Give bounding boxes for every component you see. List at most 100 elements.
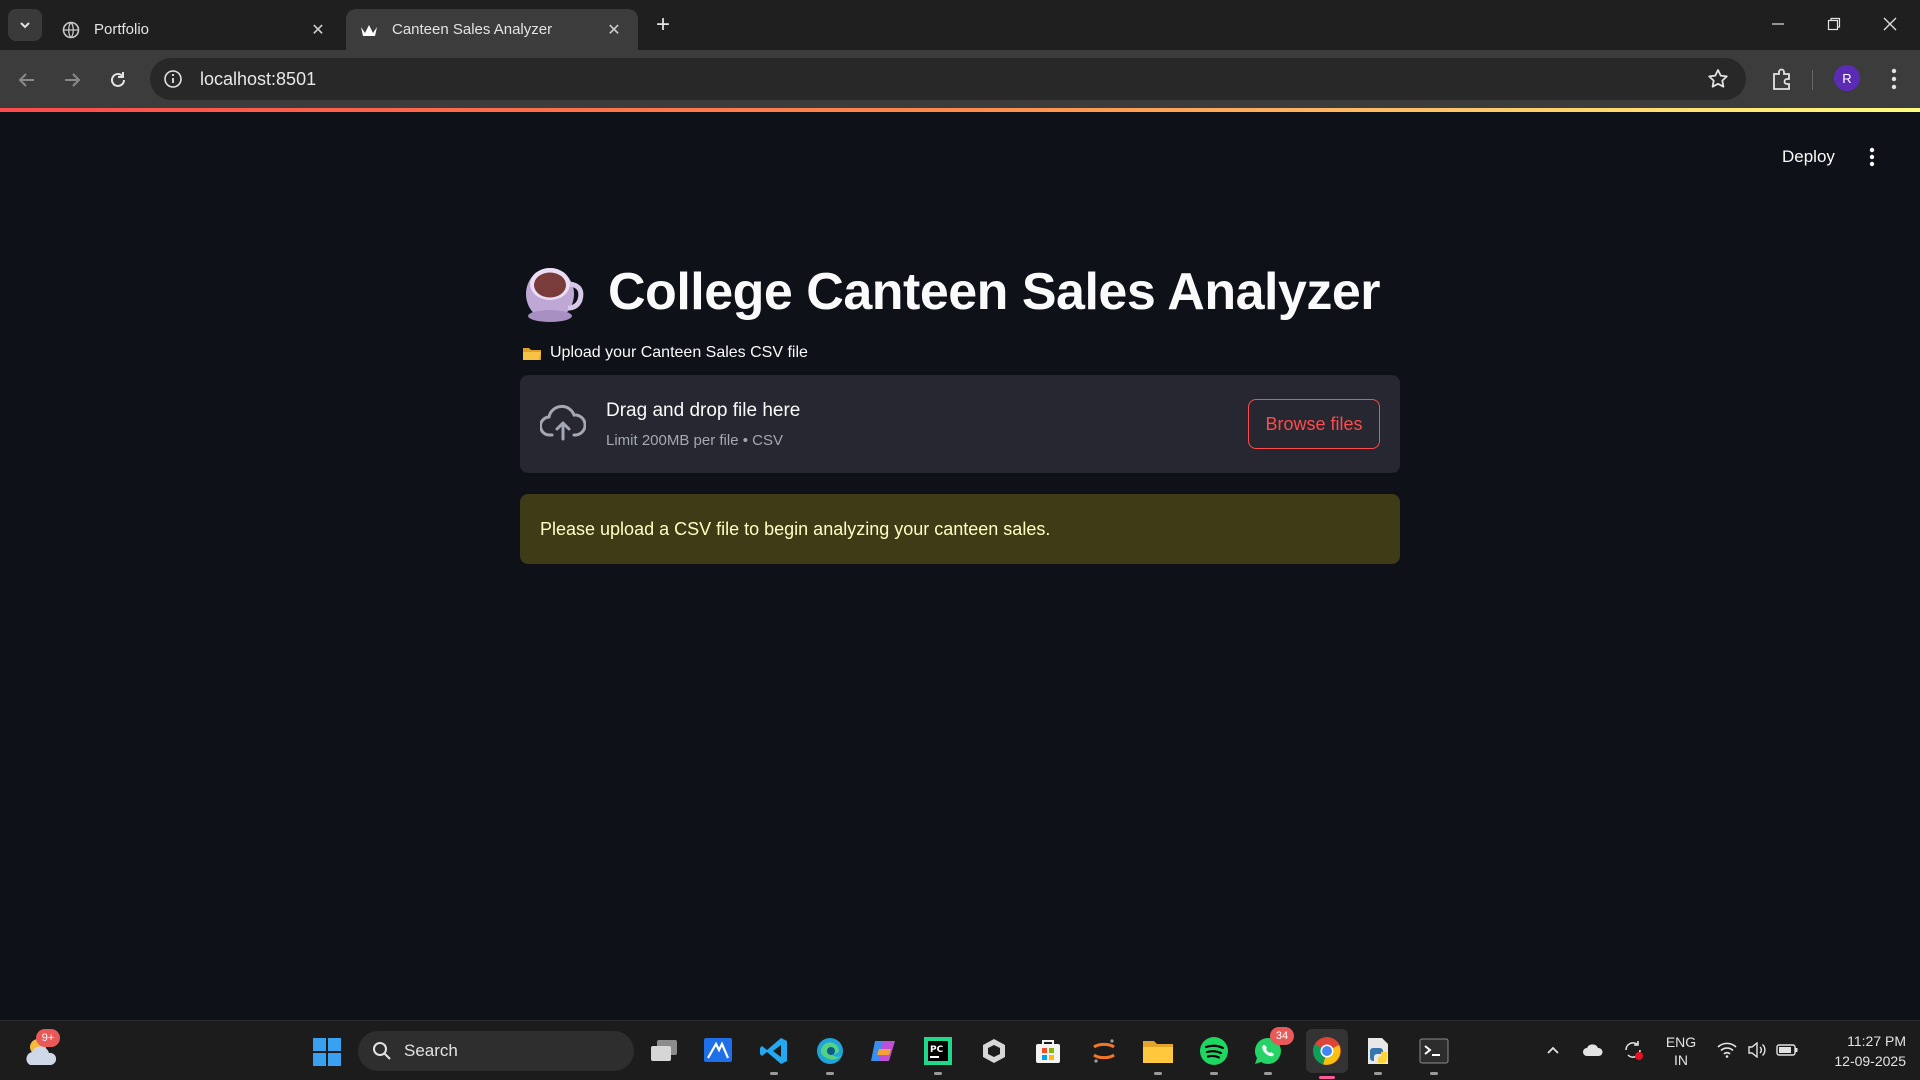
teacup-icon xyxy=(526,268,584,322)
file-dropzone[interactable]: Drag and drop file here Limit 200MB per … xyxy=(520,375,1400,473)
arrow-right-icon xyxy=(65,73,81,87)
back-button[interactable] xyxy=(11,64,43,96)
search-icon xyxy=(373,1042,391,1060)
taskbar-app-store[interactable] xyxy=(1030,1033,1066,1069)
app-main-menu-button[interactable] xyxy=(1858,142,1886,172)
forward-button[interactable] xyxy=(56,64,88,96)
tab-title: Canteen Sales Analyzer xyxy=(392,21,553,38)
app-monitor-icon xyxy=(704,1038,732,1062)
close-icon xyxy=(1883,17,1897,31)
volume-button[interactable] xyxy=(1746,1039,1768,1061)
minimize-icon xyxy=(1772,23,1784,25)
unity-icon xyxy=(983,1039,1005,1063)
taskbar-app-edge[interactable] xyxy=(812,1033,848,1075)
taskbar-app-jupyter[interactable] xyxy=(1086,1033,1122,1069)
browser-menu-button[interactable] xyxy=(1880,65,1908,93)
taskbar-app-spotify[interactable] xyxy=(1196,1033,1232,1075)
taskbar-app-vscode[interactable] xyxy=(756,1033,792,1075)
taskbar-app-terminal[interactable] xyxy=(1416,1033,1452,1075)
extensions-puzzle-icon[interactable] xyxy=(1768,65,1796,93)
file-uploader-label: Upload your Canteen Sales CSV file xyxy=(522,344,808,362)
folder-icon xyxy=(1143,1041,1173,1063)
running-indicator xyxy=(770,1072,778,1075)
windows-start-icon[interactable] xyxy=(312,1037,342,1067)
store-icon xyxy=(1036,1040,1060,1063)
battery-button[interactable] xyxy=(1776,1039,1798,1061)
task-view-icon xyxy=(651,1040,677,1061)
site-info-icon[interactable] xyxy=(162,68,184,90)
edge-icon xyxy=(817,1038,843,1064)
taskbar-app-pycharm[interactable]: PC xyxy=(920,1033,956,1075)
tab-canteen-sales-analyzer[interactable]: Canteen Sales Analyzer ✕ xyxy=(346,9,638,50)
taskbar-app-whatsapp[interactable]: 34 xyxy=(1250,1027,1294,1075)
onedrive-button[interactable] xyxy=(1582,1039,1604,1061)
clock-time: 11:27 PM xyxy=(1847,1033,1906,1049)
new-tab-button[interactable]: + xyxy=(650,11,676,38)
browser-toolbar: localhost:8501 R xyxy=(0,50,1920,110)
tab-portfolio[interactable]: Portfolio ✕ xyxy=(48,9,342,50)
cloud-upload-icon xyxy=(540,404,586,441)
reload-icon xyxy=(111,72,125,87)
toolbar-separator xyxy=(1812,70,1813,90)
wifi-icon xyxy=(1717,1042,1737,1058)
cloud-icon xyxy=(1583,1044,1603,1056)
taskbar-search-placeholder: Search xyxy=(404,1041,458,1060)
tab-search-button[interactable] xyxy=(8,9,42,41)
taskbar-app-file-explorer[interactable] xyxy=(1140,1033,1176,1075)
taskbar-app-chrome[interactable] xyxy=(1306,1029,1348,1079)
browser-tabstrip: Portfolio ✕ Canteen Sales Analyzer ✕ + xyxy=(0,0,1920,50)
deploy-button[interactable]: Deploy xyxy=(1770,140,1847,174)
close-window-button[interactable] xyxy=(1870,10,1910,38)
weather-notification-badge: 9+ xyxy=(36,1029,60,1047)
running-indicator xyxy=(934,1072,942,1075)
tab-close-icon[interactable]: ✕ xyxy=(308,20,328,40)
url-text[interactable]: localhost:8501 xyxy=(200,69,316,90)
windows-taskbar: 9+ Search PC 34 ENG IN 11:27 PM 12-09-20… xyxy=(0,1020,1920,1080)
svg-text:PC: PC xyxy=(930,1045,944,1055)
taskbar-app-copilot[interactable] xyxy=(866,1033,902,1069)
taskbar-search-box[interactable]: Search xyxy=(358,1031,634,1071)
taskbar-clock[interactable]: 11:27 PM 12-09-2025 xyxy=(1812,1031,1906,1071)
network-button[interactable] xyxy=(1716,1039,1738,1061)
globe-icon xyxy=(62,21,80,39)
tab-title: Portfolio xyxy=(94,21,150,38)
restore-button[interactable] xyxy=(1814,10,1854,38)
terminal-icon xyxy=(1419,1038,1449,1064)
running-indicator xyxy=(826,1072,834,1075)
more-vertical-icon xyxy=(1891,68,1897,90)
tab-close-icon[interactable]: ✕ xyxy=(604,20,624,40)
language-region: IN xyxy=(1674,1052,1688,1068)
show-hidden-icons-button[interactable] xyxy=(1542,1039,1564,1061)
file-uploader-label-text: Upload your Canteen Sales CSV file xyxy=(550,344,808,361)
chrome-icon xyxy=(1313,1037,1341,1065)
running-indicator xyxy=(1210,1072,1218,1075)
streamlit-app: Deploy College Canteen Sales Analyzer Up… xyxy=(0,112,1920,1020)
task-view-button[interactable] xyxy=(646,1033,682,1069)
chevron-up-icon xyxy=(1547,1046,1559,1054)
address-bar[interactable]: localhost:8501 xyxy=(150,58,1746,100)
running-indicator xyxy=(1154,1072,1162,1075)
profile-avatar[interactable]: R xyxy=(1834,65,1860,91)
copilot-icon xyxy=(871,1041,895,1061)
sync-alert-icon xyxy=(1625,1041,1643,1060)
page-title-row: College Canteen Sales Analyzer xyxy=(520,252,1381,332)
reload-button[interactable] xyxy=(102,64,134,96)
python-file-icon xyxy=(1368,1038,1388,1064)
taskbar-app-unity[interactable] xyxy=(976,1033,1012,1069)
taskbar-app-python[interactable] xyxy=(1360,1033,1396,1075)
arrow-left-icon xyxy=(18,73,34,87)
bookmark-star-icon[interactable] xyxy=(1706,67,1730,91)
speaker-icon xyxy=(1748,1042,1766,1058)
running-indicator xyxy=(1264,1072,1272,1075)
spotify-icon xyxy=(1200,1037,1228,1065)
sync-status-button[interactable] xyxy=(1622,1039,1644,1061)
whatsapp-unread-badge: 34 xyxy=(1270,1027,1294,1045)
browse-files-button[interactable]: Browse files xyxy=(1248,399,1380,449)
input-language-indicator[interactable]: ENG IN xyxy=(1664,1033,1698,1069)
taskbar-app-monitor[interactable] xyxy=(700,1033,736,1069)
pycharm-icon: PC xyxy=(924,1037,952,1065)
active-indicator xyxy=(1319,1076,1335,1079)
minimize-button[interactable] xyxy=(1758,10,1798,38)
chevron-down-icon xyxy=(20,22,30,29)
more-vertical-icon xyxy=(1869,147,1875,167)
